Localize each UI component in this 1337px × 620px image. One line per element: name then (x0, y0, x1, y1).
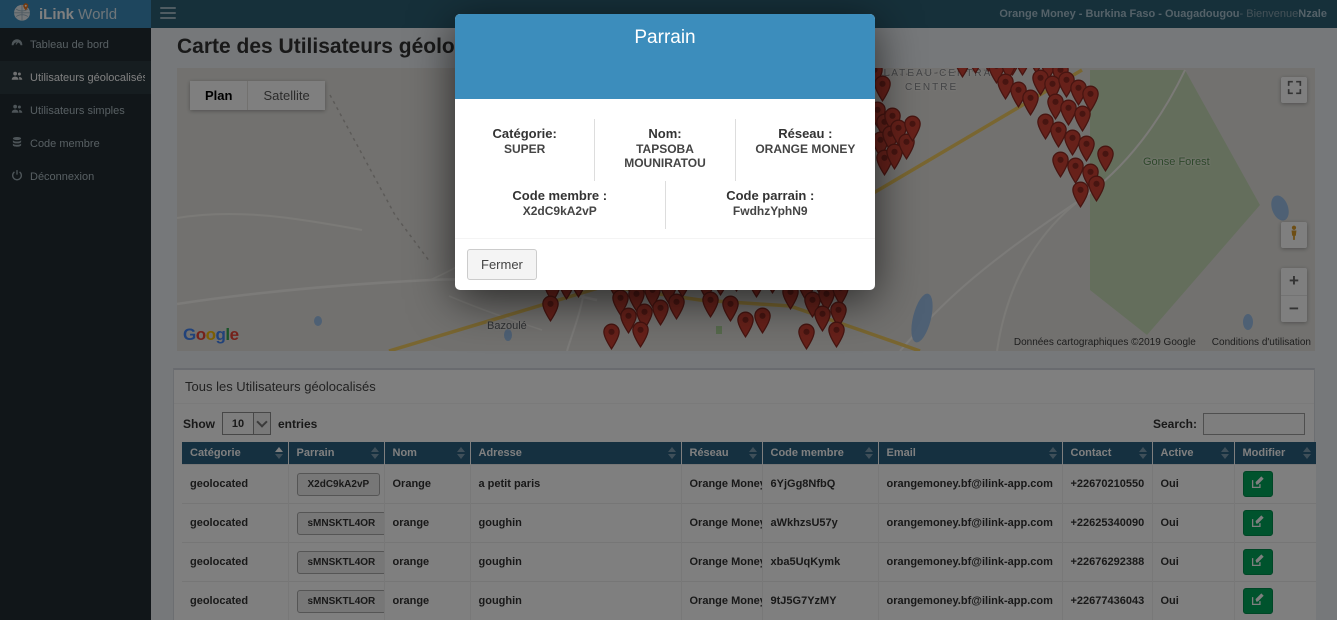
field-value: ORANGE MONEY (742, 142, 869, 156)
field-label: Nom: (601, 126, 728, 141)
field-label: Code parrain : (672, 188, 870, 203)
field-label: Réseau : (742, 126, 869, 141)
field-value: SUPER (461, 142, 588, 156)
modal-field-row: Catégorie:SUPERNom:TAPSOBA MOUNIRATOURés… (455, 119, 875, 181)
modal-field: Code parrain :FwdhzYphN9 (665, 181, 876, 229)
field-value: X2dC9kA2vP (461, 204, 659, 218)
modal-field: Catégorie:SUPER (455, 119, 594, 181)
field-value: TAPSOBA MOUNIRATOU (601, 142, 728, 170)
close-modal-button[interactable]: Fermer (467, 249, 537, 280)
modal-body: Catégorie:SUPERNom:TAPSOBA MOUNIRATOURés… (455, 99, 875, 229)
modal-title: Parrain (455, 27, 875, 49)
modal-field: Code membre :X2dC9kA2vP (455, 181, 665, 229)
field-label: Catégorie: (461, 126, 588, 141)
modal-header: Parrain (455, 14, 875, 99)
modal-field-row: Code membre :X2dC9kA2vPCode parrain :Fwd… (455, 181, 875, 229)
modal-field: Réseau :ORANGE MONEY (735, 119, 875, 181)
field-label: Code membre : (461, 188, 659, 203)
parrain-modal: Parrain Catégorie:SUPERNom:TAPSOBA MOUNI… (455, 14, 875, 290)
modal-footer: Fermer (455, 238, 875, 290)
field-value: FwdhzYphN9 (672, 204, 870, 218)
modal-field: Nom:TAPSOBA MOUNIRATOU (594, 119, 734, 181)
